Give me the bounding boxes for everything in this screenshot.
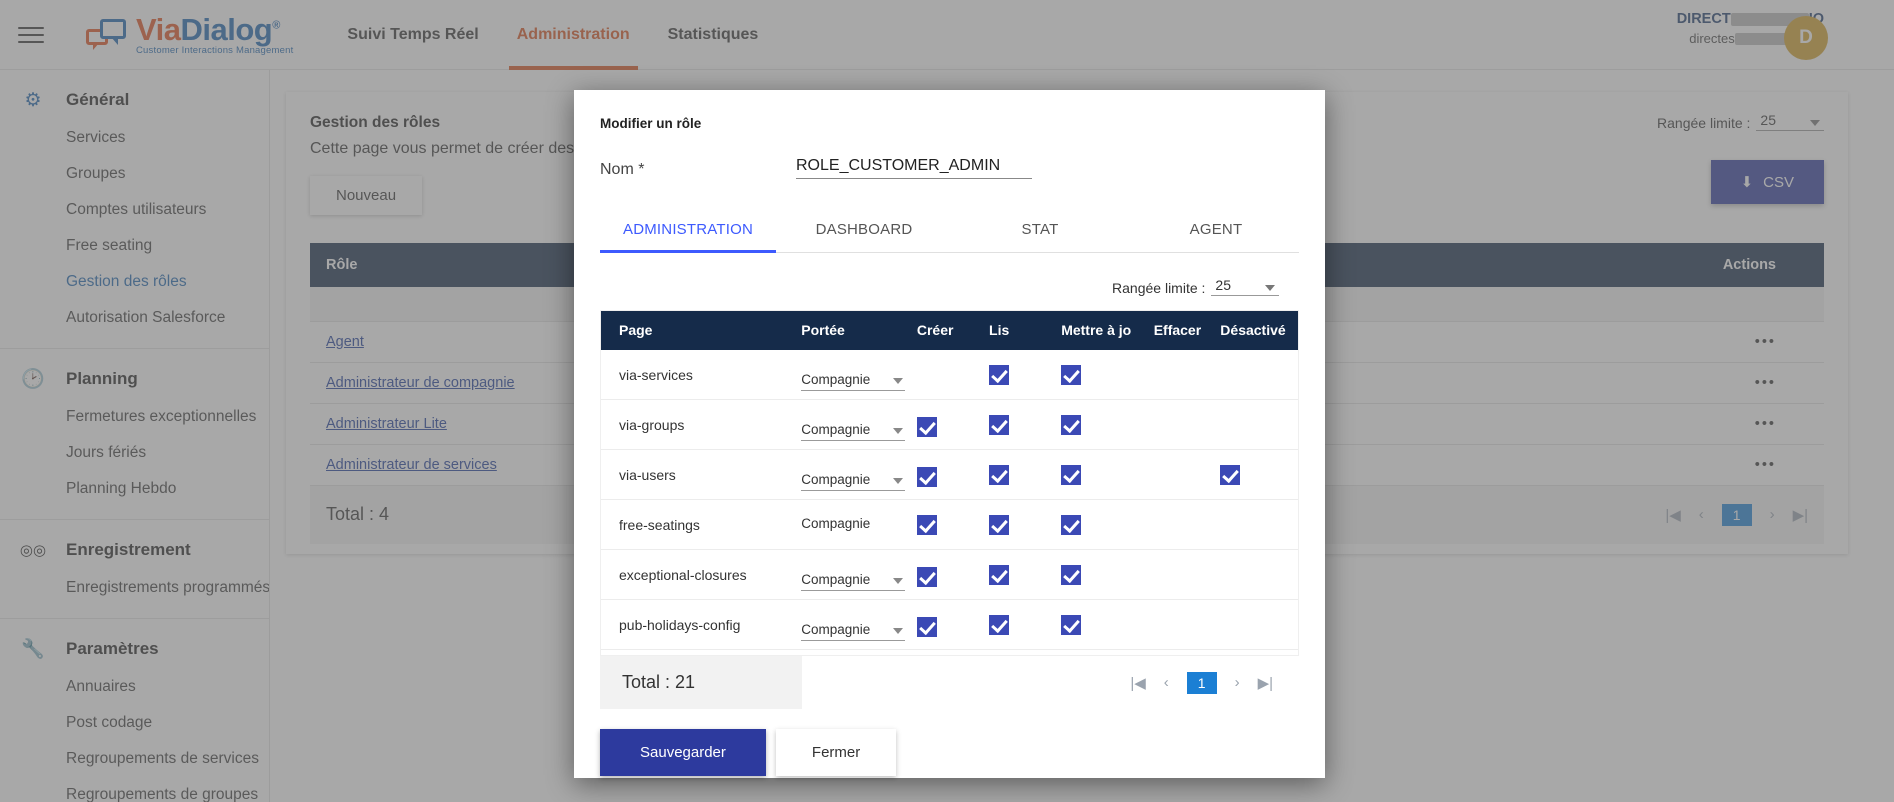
tab-administration[interactable]: ADMINISTRATION — [600, 209, 776, 253]
save-button[interactable]: Sauvegarder — [600, 729, 766, 776]
checkbox-effacer[interactable] — [1154, 465, 1174, 485]
checkbox-mettre-a-jour[interactable] — [1061, 464, 1082, 485]
modal-range-limit-value[interactable]: 25 — [1211, 277, 1279, 296]
modal-range-limit-selector[interactable]: Rangée limite : 25 — [600, 277, 1299, 296]
column-header-creer: Créer — [916, 322, 954, 338]
chevron-down-icon — [893, 578, 904, 584]
permission-row: exceptional-closures Compagnie — [601, 550, 1298, 600]
checkbox-lis[interactable] — [989, 614, 1010, 635]
modal-range-limit-label: Rangée limite : — [1112, 280, 1206, 296]
tab-dashboard[interactable]: DASHBOARD — [776, 209, 952, 252]
checkbox-creer[interactable] — [916, 514, 937, 535]
tab-stat[interactable]: STAT — [952, 209, 1128, 252]
pagination-page-1[interactable]: 1 — [1186, 671, 1217, 694]
permission-row: via-groups Compagnie — [601, 400, 1298, 450]
close-button[interactable]: Fermer — [775, 729, 897, 776]
permissions-pagination: |◀ ‹ 1 › ▶| — [1130, 671, 1299, 694]
permissions-table: Page Portée Créer Lis Mettre à jo Efface… — [600, 310, 1299, 656]
role-name-label: Nom * — [600, 161, 645, 178]
permissions-table-header: Page Portée Créer Lis Mettre à jo Efface… — [601, 311, 1298, 350]
chevron-down-icon — [893, 478, 904, 484]
column-header-page: Page — [619, 322, 653, 338]
column-header-portee: Portée — [801, 322, 845, 338]
modal-action-buttons: Sauvegarder Fermer — [600, 729, 1299, 776]
checkbox-mettre-a-jour[interactable] — [1061, 364, 1082, 385]
pagination-first[interactable]: |◀ — [1130, 674, 1145, 692]
column-header-effacer: Effacer — [1153, 322, 1202, 338]
column-header-desactive: Désactivé — [1220, 322, 1286, 338]
checkbox-effacer[interactable] — [1154, 615, 1174, 635]
checkbox-desactive[interactable] — [1220, 365, 1240, 385]
pagination-last[interactable]: ▶| — [1258, 674, 1273, 692]
chevron-down-icon — [893, 428, 904, 434]
checkbox-creer[interactable] — [917, 365, 937, 385]
permission-page-name: exceptional-closures — [619, 566, 747, 583]
role-name-input[interactable] — [796, 157, 1032, 179]
checkbox-creer[interactable] — [916, 416, 937, 437]
scope-dropdown[interactable]: Compagnie — [801, 622, 906, 641]
tab-agent[interactable]: AGENT — [1128, 209, 1304, 252]
checkbox-mettre-a-jour[interactable] — [1061, 414, 1082, 435]
checkbox-effacer[interactable] — [1154, 565, 1174, 585]
checkbox-desactive[interactable] — [1220, 415, 1240, 435]
checkbox-mettre-a-jour[interactable] — [1061, 514, 1082, 535]
checkbox-lis[interactable] — [989, 514, 1010, 535]
permission-row: via-users Compagnie — [601, 450, 1298, 500]
checkbox-desactive[interactable] — [1220, 565, 1240, 585]
edit-role-modal: Modifier un rôle Nom * ADMINISTRATION DA… — [574, 90, 1325, 778]
permission-page-name: via-groups — [619, 416, 685, 433]
permission-page-name: via-users — [619, 466, 676, 483]
checkbox-creer[interactable] — [916, 566, 937, 587]
scope-dropdown[interactable]: Compagnie — [801, 516, 905, 534]
checkbox-lis[interactable] — [989, 364, 1010, 385]
permissions-total-count: Total : 21 — [600, 656, 802, 709]
checkbox-mettre-a-jour[interactable] — [1061, 564, 1082, 585]
checkbox-lis[interactable] — [989, 464, 1010, 485]
chevron-down-icon — [1265, 285, 1275, 291]
checkbox-lis[interactable] — [989, 564, 1010, 585]
checkbox-desactive[interactable] — [1220, 464, 1241, 485]
permission-page-name: pub-holidays-config — [619, 616, 741, 633]
checkbox-creer[interactable] — [916, 616, 937, 637]
scope-dropdown[interactable]: Compagnie — [801, 572, 906, 591]
permissions-table-footer: Total : 21 |◀ ‹ 1 › ▶| — [600, 656, 1299, 709]
role-name-field-row: Nom * — [600, 157, 1299, 179]
column-header-mettre-a-jour: Mettre à jo — [1061, 322, 1132, 338]
scope-dropdown[interactable]: Compagnie — [801, 472, 906, 491]
checkbox-lis[interactable] — [989, 414, 1010, 435]
permission-row: via-services Compagnie — [601, 350, 1298, 400]
scope-dropdown[interactable]: Compagnie — [801, 422, 906, 441]
column-header-lis: Lis — [989, 322, 1010, 338]
modal-title: Modifier un rôle — [600, 116, 702, 131]
permission-row: weekly-configs Compagnie — [601, 650, 1298, 655]
permission-row: pub-holidays-config Compagnie — [601, 600, 1298, 650]
checkbox-mettre-a-jour[interactable] — [1061, 614, 1082, 635]
checkbox-effacer[interactable] — [1154, 365, 1174, 385]
checkbox-desactive[interactable] — [1220, 515, 1240, 535]
chevron-down-icon — [893, 378, 904, 384]
checkbox-effacer[interactable] — [1154, 515, 1174, 535]
checkbox-desactive[interactable] — [1220, 615, 1240, 635]
permission-page-name: free-seatings — [619, 516, 700, 533]
permission-row: free-seatings Compagnie — [601, 500, 1298, 550]
scope-dropdown[interactable]: Compagnie — [801, 372, 906, 391]
checkbox-creer[interactable] — [916, 466, 937, 487]
pagination-next[interactable]: › — [1235, 674, 1240, 691]
permissions-table-body[interactable]: via-services Compagnie via-groups Compag… — [601, 350, 1298, 655]
modal-tabs: ADMINISTRATION DASHBOARD STAT AGENT — [600, 209, 1299, 253]
checkbox-effacer[interactable] — [1154, 415, 1174, 435]
permission-page-name: via-services — [619, 366, 693, 383]
chevron-down-icon — [893, 628, 904, 634]
pagination-prev[interactable]: ‹ — [1164, 674, 1169, 691]
